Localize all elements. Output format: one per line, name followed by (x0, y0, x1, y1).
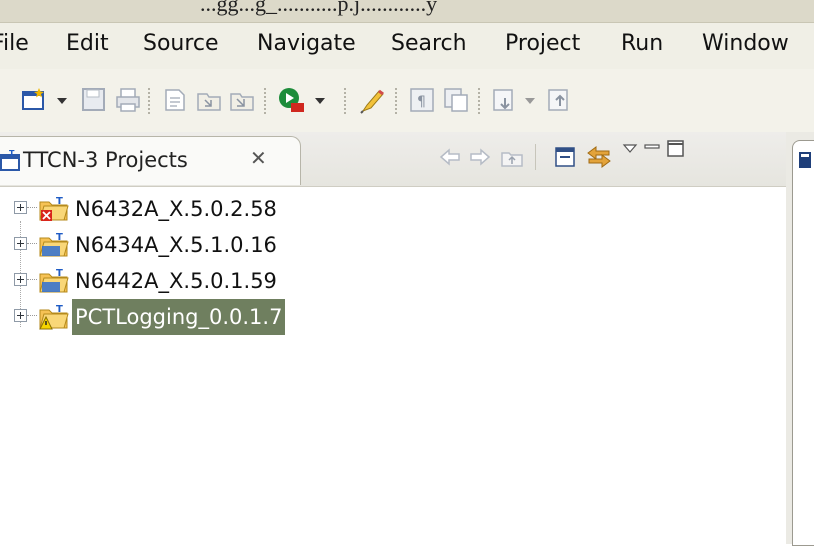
toolbar-separator (148, 88, 150, 114)
menu-run[interactable]: Run (621, 31, 663, 56)
menu-window[interactable]: Window (702, 31, 789, 56)
save-icon[interactable] (80, 86, 108, 114)
collapse-all-icon[interactable] (553, 145, 577, 169)
link-with-editor-icon[interactable] (585, 143, 613, 171)
svg-text:¶: ¶ (417, 94, 426, 110)
back-arrow-icon[interactable] (438, 145, 462, 169)
project-label[interactable]: N6434A_X.5.1.0.16 (72, 227, 280, 263)
next-annotation-icon[interactable] (491, 86, 519, 114)
project-error-icon: T (39, 196, 69, 221)
window-title-bar: ...gg...g_...........p.j............y (0, 0, 814, 23)
svg-text:T: T (56, 196, 63, 207)
menu-source[interactable]: Source (143, 31, 219, 56)
svg-text:T: T (9, 150, 15, 158)
open-type-icon[interactable] (162, 86, 190, 114)
menu-project[interactable]: Project (505, 31, 580, 56)
tree-connector (27, 279, 37, 280)
editor-tab-edge[interactable] (792, 140, 814, 546)
view-toolbar-divider (535, 144, 536, 170)
svg-text:T: T (56, 232, 63, 243)
tree-connector (27, 243, 37, 244)
block-selection-icon[interactable] (442, 86, 470, 114)
dropdown-arrow-icon[interactable] (314, 96, 326, 106)
dropdown-arrow-icon[interactable] (524, 96, 536, 106)
view-menu-icon[interactable] (622, 142, 638, 156)
up-folder-icon[interactable] (500, 145, 524, 169)
previous-annotation-icon[interactable] (546, 86, 574, 114)
toolbar-separator (478, 88, 480, 114)
show-whitespace-icon[interactable]: ¶ (408, 86, 436, 114)
view-tab-bar: T TTCN-3 Projects ✕ (0, 132, 786, 187)
editor-file-icon (799, 152, 811, 168)
expand-icon[interactable] (14, 273, 27, 286)
expand-icon[interactable] (14, 201, 27, 214)
menu-navigate[interactable]: Navigate (257, 31, 356, 56)
menu-search[interactable]: Search (391, 31, 467, 56)
project-label[interactable]: N6442A_X.5.0.1.59 (72, 263, 280, 299)
run-icon[interactable] (277, 85, 307, 115)
project-tree: T N6432A_X.5.0.2.58 T N6434A_X.5.1.0.16 … (0, 187, 786, 544)
maximize-icon[interactable] (666, 138, 686, 158)
svg-text:T: T (56, 304, 63, 315)
project-label[interactable]: PCTLogging_0.0.1.7 (72, 299, 286, 335)
project-folder-icon: T (39, 232, 69, 257)
view-title: TTCN-3 Projects (23, 148, 188, 172)
expand-icon[interactable] (14, 309, 27, 322)
dropdown-arrow-icon[interactable] (56, 96, 68, 106)
toolbar-separator (264, 88, 266, 114)
toolbar-separator (344, 88, 346, 114)
highlight-icon[interactable] (357, 85, 387, 115)
editor-area-edge (786, 132, 814, 546)
menu-bar: File Edit Source Navigate Search Project… (0, 23, 814, 69)
menu-file[interactable]: File (0, 31, 29, 56)
project-label[interactable]: N6432A_X.5.0.2.58 (72, 191, 280, 227)
svg-text:T: T (56, 268, 63, 279)
tab-ttcn3-projects[interactable]: T TTCN-3 Projects ✕ (0, 136, 301, 185)
print-icon[interactable] (114, 86, 142, 114)
expand-icon[interactable] (14, 237, 27, 250)
ttcn3-projects-icon: T (0, 150, 20, 171)
new-wizard-icon[interactable] (20, 86, 48, 114)
menu-edit[interactable]: Edit (66, 31, 109, 56)
main-toolbar: ¶ (0, 69, 814, 132)
close-icon[interactable]: ✕ (250, 146, 267, 170)
project-folder-icon: T (39, 268, 69, 293)
tree-connector (27, 207, 37, 208)
tree-connector (27, 315, 37, 316)
minimize-icon[interactable] (643, 140, 661, 156)
forward-arrow-icon[interactable] (468, 145, 492, 169)
open-resource-icon[interactable] (195, 86, 223, 114)
project-warning-icon: T (39, 304, 69, 330)
window-title: ...gg...g_...........p.j............y (200, 0, 438, 16)
open-resource-alt-icon[interactable] (228, 86, 256, 114)
toolbar-separator (395, 88, 397, 114)
